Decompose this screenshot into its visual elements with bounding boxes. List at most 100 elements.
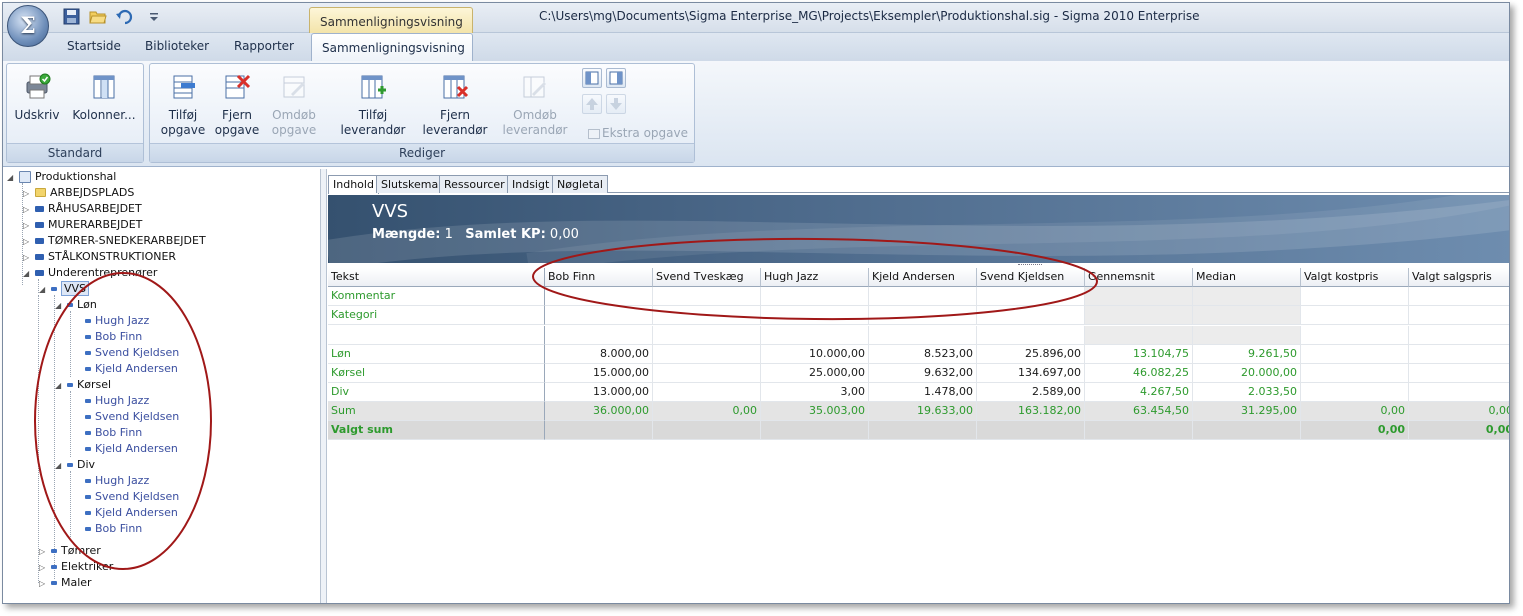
grid-cell[interactable] <box>653 306 761 325</box>
tree-leaf[interactable]: Kjeld Andersen <box>83 441 178 457</box>
column-header-tekst[interactable]: Tekst <box>328 268 545 287</box>
grid-cell[interactable] <box>1085 306 1193 325</box>
grid-cell[interactable]: 36.000,00 <box>545 402 653 421</box>
tree-item-murerarbejdet[interactable]: ▷ MURERARBEJDET <box>23 217 142 233</box>
grid-cell[interactable]: 19.633,00 <box>869 402 977 421</box>
move-down-button[interactable] <box>606 94 626 114</box>
tab-ressourcer[interactable]: Ressourcer <box>439 175 510 193</box>
tree-leaf[interactable]: Hugh Jazz <box>83 393 149 409</box>
tab-indhold[interactable]: Indhold <box>328 175 379 194</box>
grid-cell[interactable] <box>545 421 653 440</box>
pane-splitter[interactable] <box>321 169 327 603</box>
grid-cell[interactable]: 9.261,50 <box>1193 345 1301 364</box>
grid-cell[interactable] <box>869 421 977 440</box>
tree-group-div[interactable]: ◢ Div <box>55 457 95 473</box>
table-row[interactable]: Div 13.000,00 3,00 1.478,00 2.589,00 4.267,50… <box>328 383 1509 402</box>
grid-cell[interactable] <box>653 421 761 440</box>
grid-cell[interactable] <box>653 287 761 306</box>
tree-item-rahusarbejdet[interactable]: ▷ RÅHUSARBEJDET <box>23 201 142 217</box>
tab-sammenligningsvisning[interactable]: Sammenligningsvisning <box>311 33 473 61</box>
grid-cell[interactable] <box>1193 326 1301 345</box>
collapse-toggle[interactable]: ◢ <box>39 282 49 298</box>
grid-cell[interactable]: 25.896,00 <box>977 345 1085 364</box>
grid-cell[interactable]: 8.523,00 <box>869 345 977 364</box>
grid-cell[interactable] <box>653 345 761 364</box>
grid-cell[interactable]: 13.000,00 <box>545 383 653 402</box>
grid-cell[interactable]: 31.295,00 <box>1193 402 1301 421</box>
column-header-hugh-jazz[interactable]: Hugh Jazz <box>761 268 869 287</box>
grid-cell[interactable]: 9.632,00 <box>869 364 977 383</box>
rename-task-button[interactable]: Omdøb opgave <box>266 72 322 138</box>
print-button[interactable]: Udskriv <box>13 72 61 123</box>
grid-cell[interactable] <box>1409 326 1509 345</box>
table-row[interactable]: Kommentar <box>328 287 1509 306</box>
grid-cell[interactable] <box>1409 306 1509 325</box>
add-task-button[interactable]: Tilføj opgave <box>157 72 209 138</box>
tree-leaf[interactable]: Svend Kjeldsen <box>83 409 179 425</box>
grid-cell[interactable]: 4.267,50 <box>1085 383 1193 402</box>
tree-item-underentreprenorer[interactable]: ◢ Underentreprenører <box>23 265 157 281</box>
grid-cell[interactable] <box>869 287 977 306</box>
grid-cell[interactable] <box>1085 326 1193 345</box>
grid-cell[interactable] <box>1409 364 1509 383</box>
grid-cell[interactable]: 13.104,75 <box>1085 345 1193 364</box>
application-menu-button[interactable]: Σ <box>7 5 49 47</box>
column-header-svend-tveskaeg[interactable]: Svend Tveskæg <box>653 268 761 287</box>
grid-cell[interactable] <box>761 326 869 345</box>
expand-toggle[interactable]: ▷ <box>23 218 33 234</box>
grid-cell[interactable]: 0,00 <box>1409 421 1509 440</box>
tree-leaf[interactable]: Kjeld Andersen <box>83 505 178 521</box>
expand-toggle[interactable]: ▷ <box>23 202 33 218</box>
grid-cell[interactable] <box>761 306 869 325</box>
grid-cell[interactable] <box>1301 287 1409 306</box>
column-header-valgt-kostpris[interactable]: Valgt kostpris <box>1301 268 1409 287</box>
column-header-kjeld-andersen[interactable]: Kjeld Andersen <box>869 268 977 287</box>
expand-toggle[interactable]: ▷ <box>39 576 49 592</box>
grid-cell[interactable] <box>545 287 653 306</box>
tab-noegletal[interactable]: Nøgletal <box>552 175 608 193</box>
undo-icon[interactable] <box>115 8 133 25</box>
tree-leaf[interactable]: Hugh Jazz <box>83 473 149 489</box>
table-row[interactable] <box>328 326 1509 345</box>
tree-leaf[interactable]: Svend Kjeldsen <box>83 345 179 361</box>
tree-leaf[interactable]: Hugh Jazz <box>83 313 149 329</box>
expand-toggle[interactable]: ▷ <box>23 234 33 250</box>
columns-button[interactable]: Kolonner... <box>69 72 139 123</box>
grid-cell[interactable]: 0,00 <box>653 402 761 421</box>
add-supplier-button[interactable]: Tilføj leverandør <box>340 72 406 138</box>
tree-item-tomrer-snedker[interactable]: ▷ TØMRER-SNEDKERARBEJDET <box>23 233 206 249</box>
grid-cell[interactable]: 0,00 <box>1301 402 1409 421</box>
grid-cell[interactable] <box>1301 326 1409 345</box>
tree-leaf[interactable]: Bob Finn <box>83 329 142 345</box>
tab-startside[interactable]: Startside <box>67 39 121 53</box>
grid-cell[interactable]: 2.589,00 <box>977 383 1085 402</box>
grid-cell[interactable] <box>1301 364 1409 383</box>
save-icon[interactable] <box>63 8 81 25</box>
table-row[interactable]: Kategori <box>328 306 1509 325</box>
move-up-button[interactable] <box>582 94 602 114</box>
grid-cell[interactable] <box>653 383 761 402</box>
grid-cell[interactable]: 15.000,00 <box>545 364 653 383</box>
tree-item-vvs[interactable]: ◢ VVS <box>39 281 90 298</box>
grid-cell[interactable] <box>1085 287 1193 306</box>
tree-item-maler[interactable]: ▷ Maler <box>39 575 92 591</box>
extra-task-button[interactable]: Ekstra opgave <box>588 126 688 140</box>
grid-cell[interactable]: 46.082,25 <box>1085 364 1193 383</box>
grid-cell[interactable]: 35.003,00 <box>761 402 869 421</box>
grid-cell[interactable] <box>1193 287 1301 306</box>
table-row[interactable]: Kørsel 15.000,00 25.000,00 9.632,00 134.697,… <box>328 364 1509 383</box>
tree-item-elektriker[interactable]: ▷ Elektriker <box>39 559 113 575</box>
grid-cell[interactable] <box>1409 345 1509 364</box>
rename-supplier-button[interactable]: Omdøb leverandør <box>500 72 570 138</box>
tree-leaf[interactable]: Kjeld Andersen <box>83 361 178 377</box>
collapse-toggle[interactable]: ◢ <box>55 458 65 474</box>
grid-cell[interactable]: 0,00 <box>1409 402 1509 421</box>
grid-cell[interactable] <box>977 326 1085 345</box>
grid-cell[interactable]: 10.000,00 <box>761 345 869 364</box>
tab-indsigt[interactable]: Indsigt <box>507 175 555 193</box>
grid-cell[interactable]: 8.000,00 <box>545 345 653 364</box>
collapse-toggle[interactable]: ◢ <box>55 298 65 314</box>
move-column-left-button[interactable] <box>582 68 602 88</box>
grid-cell[interactable]: 163.182,00 <box>977 402 1085 421</box>
grid-cell[interactable] <box>1193 421 1301 440</box>
